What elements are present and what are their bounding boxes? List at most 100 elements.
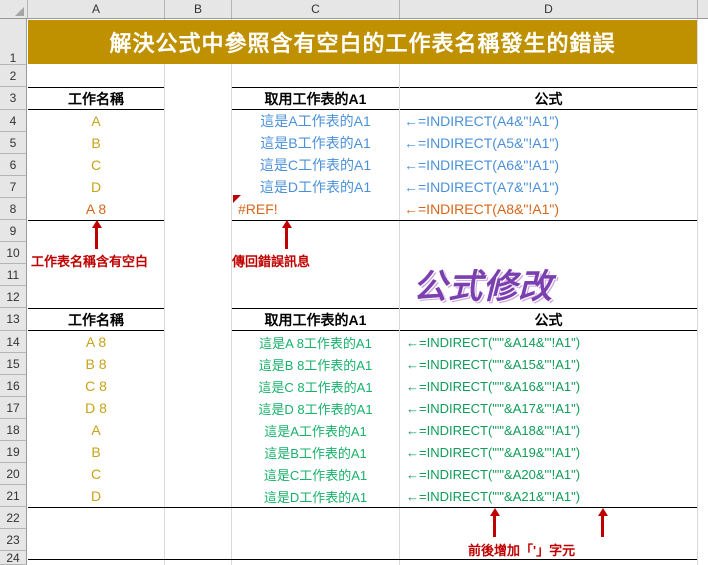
row-header-17[interactable]: 17	[0, 397, 27, 419]
cell-d4[interactable]: ←=INDIRECT(A4&"!A1")	[404, 110, 697, 132]
cell-c15[interactable]: 這是B 8工作表的A1	[232, 353, 399, 375]
cell-c7[interactable]: 這是D工作表的A1	[232, 176, 399, 198]
cell-a21[interactable]: D	[28, 485, 164, 507]
cell-a5[interactable]: B	[28, 132, 164, 154]
row-header-18[interactable]: 18	[0, 419, 27, 441]
cell-a4[interactable]: A	[28, 110, 164, 132]
cell-d21[interactable]: ←=INDIRECT("'"&A21&"'!A1")	[406, 485, 697, 507]
cell-d19[interactable]: ←=INDIRECT("'"&A19&"'!A1")	[406, 441, 697, 463]
row-header-20[interactable]: 20	[0, 463, 27, 485]
cell-d17[interactable]: ←=INDIRECT("'"&A17&"'!A1")	[406, 397, 697, 419]
row-header-label: 17	[6, 401, 20, 415]
cell-d14[interactable]: ←=INDIRECT("'"&A14&"'!A1")	[406, 331, 697, 353]
cell-c21[interactable]: 這是D工作表的A1	[232, 485, 399, 507]
row-header-22[interactable]: 22	[0, 507, 27, 529]
annotation-arrow-quote-right	[597, 508, 608, 537]
row-header-label: 19	[6, 445, 20, 459]
row-header-label: 3	[9, 91, 17, 105]
row-header-8[interactable]: 8	[0, 198, 27, 220]
cell-a17[interactable]: D 8	[28, 397, 164, 419]
row-header-label: 8	[9, 202, 17, 216]
cell-d6[interactable]: ←=INDIRECT(A6&"!A1")	[404, 154, 697, 176]
row-header-12[interactable]: 12	[0, 286, 27, 308]
row-header-9[interactable]: 9	[0, 220, 27, 242]
row-header-23[interactable]: 23	[0, 529, 27, 551]
cell-d15[interactable]: ←=INDIRECT("'"&A15&"'!A1")	[406, 353, 697, 375]
cell-a20[interactable]: C	[28, 463, 164, 485]
cell-c6[interactable]: 這是C工作表的A1	[232, 154, 399, 176]
row-header-label: 24	[6, 551, 20, 565]
cell-a8[interactable]: A 8	[28, 198, 164, 220]
row-header-label: 21	[6, 489, 20, 503]
annotation-add-quote-chars: 前後增加「'」字元	[468, 543, 576, 558]
cell-a6[interactable]: C	[28, 154, 164, 176]
cell-d7[interactable]: ←=INDIRECT(A7&"!A1")	[404, 176, 697, 198]
cell-c14[interactable]: 這是A 8工作表的A1	[232, 331, 399, 353]
cell-a18[interactable]: A	[28, 419, 164, 441]
header-formula-2: 公式	[400, 308, 697, 331]
row-header-11[interactable]: 11	[0, 264, 27, 286]
column-header-bar: A B C D	[0, 0, 708, 19]
row-header-label: 5	[9, 136, 17, 150]
gridline-v-d	[697, 19, 698, 565]
gridline-v-a	[164, 19, 165, 565]
row-header-13[interactable]: 13	[0, 308, 27, 331]
row-header-14[interactable]: 14	[0, 331, 27, 353]
cell-d16[interactable]: ←=INDIRECT("'"&A16&"'!A1")	[406, 375, 697, 397]
row-header-19[interactable]: 19	[0, 441, 27, 463]
column-header-e[interactable]	[698, 0, 708, 18]
row-header-label: 22	[6, 511, 20, 525]
cell-a19[interactable]: B	[28, 441, 164, 463]
column-header-d[interactable]: D	[400, 0, 698, 18]
column-header-a[interactable]: A	[28, 0, 165, 18]
row-header-24[interactable]: 24	[0, 551, 27, 565]
comment-marker-icon[interactable]	[233, 195, 241, 203]
cell-a14[interactable]: A 8	[28, 331, 164, 353]
cell-d8[interactable]: ←=INDIRECT(A8&"!A1")	[404, 198, 697, 220]
cell-a7[interactable]: D	[28, 176, 164, 198]
row-header-label: 20	[6, 467, 20, 481]
select-all-corner[interactable]	[0, 0, 28, 18]
cell-d18[interactable]: ←=INDIRECT("'"&A18&"'!A1")	[406, 419, 697, 441]
row-header-3[interactable]: 3	[0, 87, 27, 110]
row-header-label: 12	[6, 290, 20, 304]
row-header-label: 15	[6, 357, 20, 371]
row-header-4[interactable]: 4	[0, 110, 27, 132]
bottom-rule	[28, 559, 697, 560]
row-header-1[interactable]: 1	[0, 19, 27, 65]
row-header-label: 7	[9, 180, 17, 194]
annotation-blank-name: 工作表名稱含有空白	[31, 254, 149, 269]
cell-c17[interactable]: 這是D 8工作表的A1	[232, 397, 399, 419]
header-sheet-a1-2: 取用工作表的A1	[232, 308, 399, 331]
row-header-15[interactable]: 15	[0, 353, 27, 375]
row-header-16[interactable]: 16	[0, 375, 27, 397]
title-banner: 解決公式中參照含有空白的工作表名稱發生的錯誤	[28, 20, 697, 64]
cell-c5[interactable]: 這是B工作表的A1	[232, 132, 399, 154]
row-header-21[interactable]: 21	[0, 485, 27, 507]
cell-c18[interactable]: 這是A工作表的A1	[232, 419, 399, 441]
cell-d5[interactable]: ←=INDIRECT(A5&"!A1")	[404, 132, 697, 154]
column-header-b[interactable]: B	[165, 0, 232, 18]
row-header-5[interactable]: 5	[0, 132, 27, 154]
row-header-7[interactable]: 7	[0, 176, 27, 198]
annotation-arrow-blank-name	[91, 220, 102, 249]
cell-c8[interactable]: #REF!	[238, 198, 399, 220]
header-work-name-2: 工作名稱	[28, 308, 164, 331]
row-header-label: 23	[6, 533, 20, 547]
cell-c20[interactable]: 這是C工作表的A1	[232, 463, 399, 485]
cell-a15[interactable]: B 8	[28, 353, 164, 375]
cell-a16[interactable]: C 8	[28, 375, 164, 397]
cell-c16[interactable]: 這是C 8工作表的A1	[232, 375, 399, 397]
row-header-10[interactable]: 10	[0, 242, 27, 264]
row-header-2[interactable]: 2	[0, 65, 27, 87]
row-header-label: 18	[6, 423, 20, 437]
row-header-label: 13	[6, 312, 20, 326]
column-header-c[interactable]: C	[232, 0, 400, 18]
grid-area[interactable]: 解決公式中參照含有空白的工作表名稱發生的錯誤 工作名稱 取用工作表的A1 公式 …	[28, 19, 708, 565]
cell-d20[interactable]: ←=INDIRECT("'"&A20&"'!A1")	[406, 463, 697, 485]
row-header-label: 16	[6, 379, 20, 393]
row-header-6[interactable]: 6	[0, 154, 27, 176]
cell-c4[interactable]: 這是A工作表的A1	[232, 110, 399, 132]
cell-c19[interactable]: 這是B工作表的A1	[232, 441, 399, 463]
select-all-triangle-icon	[15, 7, 24, 16]
